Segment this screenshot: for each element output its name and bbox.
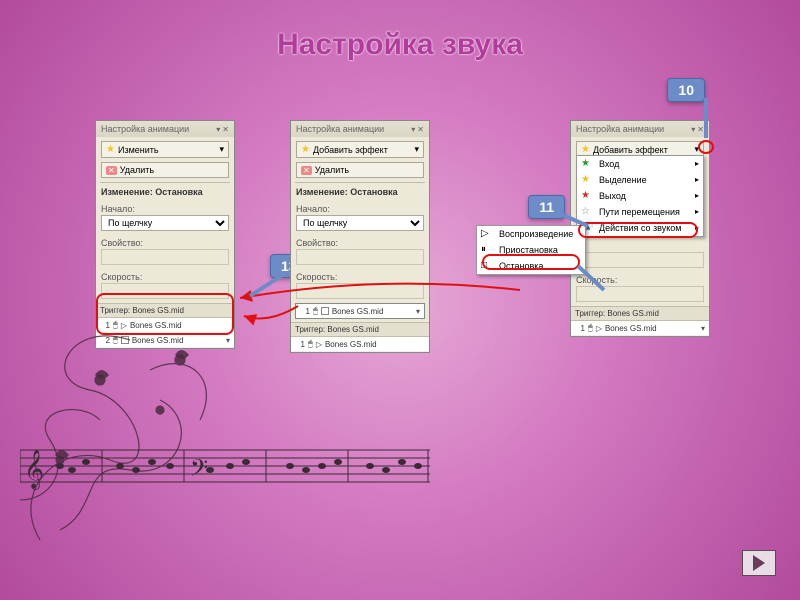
effect-menu: ★Вход▸ ★Выделение▸ ★Выход▸ ☆Пути перемещ… xyxy=(576,155,704,237)
submenu-pause[interactable]: ⏸Приостановка xyxy=(477,242,585,258)
dropdown-icon[interactable]: ▾ xyxy=(691,125,695,134)
change-section-label: Изменение: Остановка xyxy=(96,183,234,201)
panel-title: Настройка анимации xyxy=(296,124,384,134)
speed-label: Скорость: xyxy=(291,269,429,283)
menu-item-entry[interactable]: ★Вход▸ xyxy=(577,156,703,172)
close-icon[interactable]: ✕ xyxy=(697,125,704,134)
animation-panel-2: Настройка анимации ▾✕ ★Добавить эффект▾ … xyxy=(290,120,430,353)
speed-field xyxy=(296,283,424,299)
menu-item-motion[interactable]: ☆Пути перемещения▸ xyxy=(577,204,703,220)
menu-item-emphasis[interactable]: ★Выделение▸ xyxy=(577,172,703,188)
change-section-label: Изменение: Остановка xyxy=(291,183,429,201)
props-field xyxy=(101,249,229,265)
trigger-label: Триггер: Bones GS.mid xyxy=(571,306,709,321)
next-slide-button[interactable] xyxy=(742,550,776,576)
list-item[interactable]: 1🖱▷Bones GS.mid xyxy=(291,337,429,352)
props-field xyxy=(296,249,424,265)
list-item[interactable]: 2🖱Bones GS.mid▾ xyxy=(96,333,234,348)
svg-text:𝄢: 𝄢 xyxy=(190,455,208,486)
callout-10: 10 xyxy=(667,78,705,102)
speed-field2 xyxy=(576,286,704,302)
list-item[interactable]: 1🖱Bones GS.mid▾ xyxy=(295,303,425,319)
sound-submenu: ▷Воспроизведение ⏸Приостановка □Остановк… xyxy=(476,225,586,275)
speed-field xyxy=(576,252,704,268)
speed-label: Скорость: xyxy=(571,272,709,286)
start-select[interactable]: По щелчку xyxy=(296,215,424,231)
play-triangle-icon xyxy=(753,555,765,571)
speed-label: Скорость: xyxy=(96,269,234,283)
submenu-play[interactable]: ▷Воспроизведение xyxy=(477,226,585,242)
animation-panel-1: Настройка анимации ▾✕ ★Изменить▾ ✕Удалит… xyxy=(95,120,235,349)
add-effect-button[interactable]: ★Добавить эффект▾ xyxy=(296,141,424,158)
props-label: Свойство: xyxy=(291,235,429,249)
music-staff: 𝄞 𝄢 xyxy=(20,440,430,500)
trigger-label: Триггер: Bones GS.mid xyxy=(96,303,234,318)
delete-button[interactable]: ✕Удалить xyxy=(101,162,229,178)
menu-item-sound[interactable]: 🔊Действия со звуком▸ xyxy=(577,220,703,236)
list-item[interactable]: 1🖱▷Bones GS.mid▾ xyxy=(571,321,709,336)
list-item[interactable]: 1🖱▷Bones GS.mid xyxy=(96,318,234,333)
panel-title: Настройка анимации xyxy=(101,124,189,134)
trigger-label: Триггер: Bones GS.mid xyxy=(291,322,429,337)
start-label: Начало: xyxy=(96,201,234,215)
delete-button[interactable]: ✕Удалить xyxy=(296,162,424,178)
menu-item-exit[interactable]: ★Выход▸ xyxy=(577,188,703,204)
close-icon[interactable]: ✕ xyxy=(417,125,424,134)
props-label: Свойство: xyxy=(96,235,234,249)
dropdown-icon[interactable]: ▾ xyxy=(216,125,220,134)
speed-field xyxy=(101,283,229,299)
callout-11: 11 xyxy=(528,195,565,219)
submenu-stop[interactable]: □Остановка xyxy=(477,258,585,274)
modify-button[interactable]: ★Изменить▾ xyxy=(101,141,229,158)
page-title: Настройка звука xyxy=(0,28,800,62)
panel-title: Настройка анимации xyxy=(576,124,664,134)
start-select[interactable]: По щелчку xyxy=(101,215,229,231)
dropdown-icon[interactable]: ▾ xyxy=(411,125,415,134)
svg-text:𝄞: 𝄞 xyxy=(24,450,44,490)
close-icon[interactable]: ✕ xyxy=(222,125,229,134)
start-label: Начало: xyxy=(291,201,429,215)
